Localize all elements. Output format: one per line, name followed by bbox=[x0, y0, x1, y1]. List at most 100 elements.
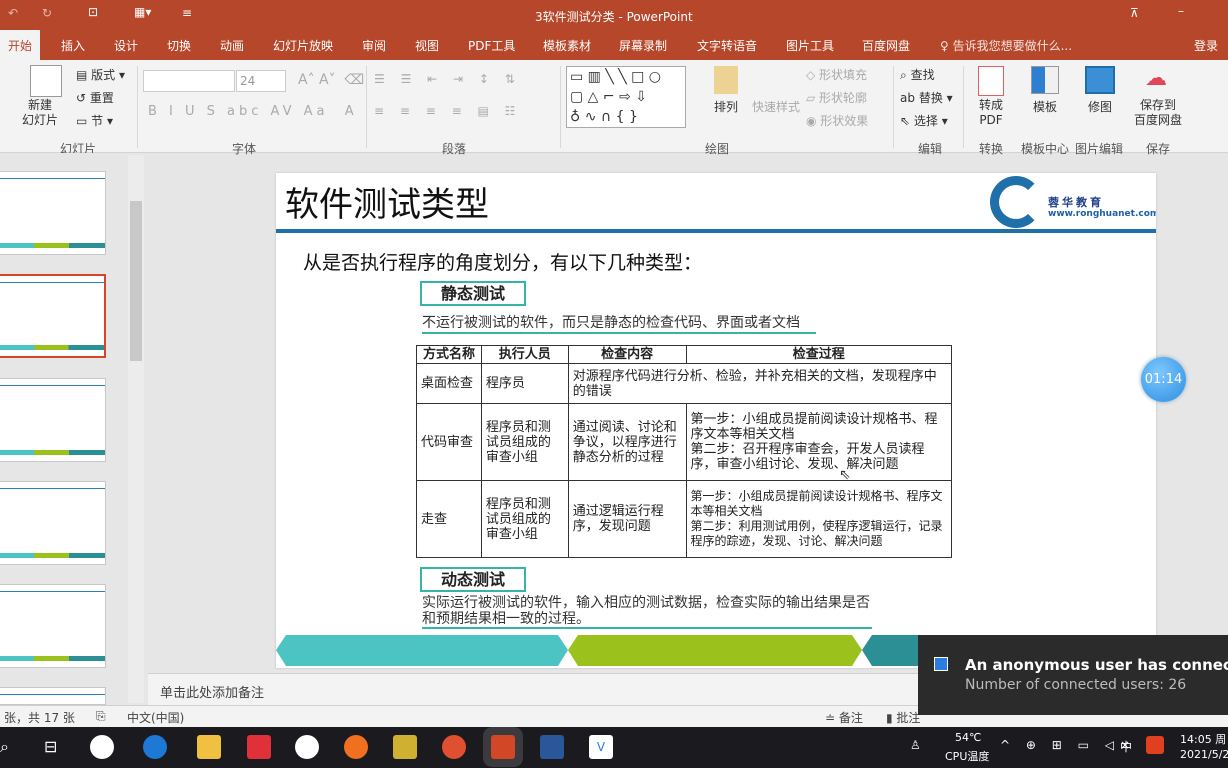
search-icon: ⌕ bbox=[900, 68, 907, 82]
font-grow-shrink[interactable]: A˄ A˅ ⌫ bbox=[298, 72, 364, 88]
lightbulb-icon: ♀ bbox=[940, 39, 953, 53]
taskbar: ⌕ ⊟ V ♙ 54℃ CPU温度 ^ ⊕ ⊞ ▭ ◁× 中 14:05 周 2… bbox=[0, 727, 1228, 768]
app-icon[interactable] bbox=[393, 735, 417, 759]
shape-fill-label: 形状填充 bbox=[819, 68, 868, 82]
tray-icons[interactable]: ^ ⊕ ⊞ ▭ ◁× bbox=[1000, 738, 1136, 752]
slideshow-icon[interactable]: ⊡ bbox=[88, 5, 98, 19]
sogou-icon[interactable] bbox=[1146, 736, 1164, 754]
convert-pdf-button[interactable]: 转成 PDF bbox=[979, 98, 1003, 128]
powerpoint-icon[interactable] bbox=[491, 735, 515, 759]
static-test-description: 不运行被测试的软件，而只是静态的检查代码、界面或者文档 bbox=[422, 312, 816, 334]
tab-baidu-netdisk[interactable]: 百度网盘 bbox=[862, 37, 910, 54]
arrange-button[interactable]: 排列 bbox=[714, 98, 738, 115]
app-icon[interactable] bbox=[442, 735, 466, 759]
notes-placeholder[interactable]: 单击此处添加备注 bbox=[160, 682, 264, 701]
font-name-input[interactable] bbox=[143, 70, 235, 92]
tell-me-search[interactable]: ♀ 告诉我您想要做什么... bbox=[940, 37, 1072, 54]
title-bar: ↶ ↻ ⊡ ▦▾ ≡ 3软件测试分类 - PowerPoint ⊼ – bbox=[0, 0, 1228, 30]
select-button[interactable]: ⇖ 选择 ▾ bbox=[900, 112, 948, 129]
thumbnail-scrollbar[interactable] bbox=[128, 155, 144, 703]
slide-thumbnail[interactable] bbox=[0, 481, 106, 565]
people-icon[interactable]: ♙ bbox=[910, 738, 921, 752]
app-icon[interactable] bbox=[295, 735, 319, 759]
ribbon: 新建 幻灯片 ▤ 版式 ▾ ↺ 重置 ▭ 节 ▾ 幻灯片 24 A˄ A˅ ⌫ … bbox=[0, 60, 1228, 156]
tab-home[interactable]: 开始 bbox=[0, 30, 41, 60]
tab-animations[interactable]: 动画 bbox=[220, 37, 244, 54]
slide-thumbnail[interactable] bbox=[0, 687, 106, 705]
group-label-editing: 编辑 bbox=[918, 142, 943, 156]
template-button[interactable]: 模板 bbox=[1033, 98, 1057, 115]
vc-icon[interactable]: V bbox=[589, 735, 613, 759]
list-buttons[interactable]: ☰ ☰ ⇤ ⇥ ↕ ⇅ bbox=[374, 72, 521, 86]
slide-thumbnail[interactable] bbox=[0, 171, 106, 255]
language-indicator[interactable]: 中文(中国) bbox=[127, 709, 184, 726]
tab-review[interactable]: 审阅 bbox=[362, 37, 386, 54]
find-button[interactable]: ⌕ 查找 bbox=[900, 66, 935, 83]
xmind-icon[interactable] bbox=[247, 735, 271, 759]
tab-slideshow[interactable]: 幻灯片放映 bbox=[273, 37, 333, 54]
reset-button[interactable]: ↺ 重置 bbox=[76, 89, 114, 106]
ime-indicator[interactable]: 中 bbox=[1120, 738, 1132, 755]
tab-view[interactable]: 视图 bbox=[415, 37, 439, 54]
clock-date[interactable]: 2021/5/2 bbox=[1180, 748, 1228, 761]
login-button[interactable]: 登录 bbox=[1194, 37, 1218, 54]
scrollbar-thumb[interactable] bbox=[130, 201, 142, 361]
slide-count: 张，共 17 张 bbox=[4, 711, 75, 725]
comments-toggle[interactable]: ▮ 批注 bbox=[886, 709, 920, 726]
new-slide-button[interactable]: 新建 幻灯片 bbox=[22, 98, 58, 128]
baidu-cloud-icon: ☁ bbox=[1145, 66, 1167, 91]
slide-thumbnail[interactable] bbox=[0, 378, 106, 462]
slide-thumbnail-selected[interactable] bbox=[0, 274, 106, 358]
shape-effects-button[interactable]: ◉ 形状效果 bbox=[806, 112, 868, 129]
clock-time[interactable]: 14:05 周 bbox=[1180, 731, 1226, 747]
shape-fill-button[interactable]: ◇ 形状填充 bbox=[806, 66, 867, 83]
notes-toggle[interactable]: ≐ 备注 bbox=[825, 709, 863, 726]
dynamic-test-heading: 动态测试 bbox=[420, 567, 526, 592]
ribbon-tabs: 开始 插入 设计 切换 动画 幻灯片放映 审阅 视图 PDF工具 模板素材 屏幕… bbox=[0, 30, 1228, 60]
word-icon[interactable] bbox=[540, 735, 564, 759]
connection-notification[interactable]: An anonymous user has connected Number o… bbox=[918, 635, 1228, 715]
layout-button[interactable]: ▤ 版式 ▾ bbox=[76, 66, 125, 83]
section-button[interactable]: ▭ 节 ▾ bbox=[76, 112, 113, 129]
undo-icon[interactable]: ↶ bbox=[8, 6, 18, 20]
file-explorer-icon[interactable] bbox=[197, 735, 221, 759]
redo-icon[interactable]: ↻ bbox=[42, 6, 52, 20]
tab-insert[interactable]: 插入 bbox=[61, 37, 85, 54]
table-row: 走查 程序员和测试员组成的审查小组 通过逻辑运行程序，发现问题 第一步：小组成员… bbox=[416, 480, 953, 558]
find-label: 查找 bbox=[910, 68, 935, 82]
spellcheck-icon[interactable]: ⎘ bbox=[96, 709, 106, 724]
tab-text-to-speech[interactable]: 文字转语音 bbox=[697, 37, 757, 54]
ie-browser-icon[interactable] bbox=[143, 735, 167, 759]
font-format-buttons[interactable]: B I U S abc AV Aa A bbox=[148, 104, 358, 119]
tab-transitions[interactable]: 切换 bbox=[167, 37, 191, 54]
save-to-baidu-button[interactable]: 保存到 百度网盘 bbox=[1134, 98, 1182, 128]
tab-picture-tools[interactable]: 图片工具 bbox=[786, 37, 834, 54]
slide-thumbnail[interactable] bbox=[0, 584, 106, 668]
search-icon[interactable]: ⌕ bbox=[0, 737, 9, 757]
align-buttons[interactable]: ≡ ≡ ≡ ≡ ▤ ☷ bbox=[374, 104, 521, 118]
layout-icon[interactable]: ▦▾ bbox=[134, 5, 151, 19]
recording-timer[interactable]: 01:14 bbox=[1141, 357, 1186, 402]
task-view-icon[interactable]: ⊟ bbox=[44, 737, 57, 756]
tab-pdf-tools[interactable]: PDF工具 bbox=[468, 37, 515, 54]
shape-outline-button[interactable]: ▱ 形状轮廓 bbox=[806, 89, 867, 106]
minimize-icon[interactable]: – bbox=[1178, 4, 1184, 18]
column-header: 方式名称 bbox=[416, 345, 482, 364]
retouch-button[interactable]: 修图 bbox=[1088, 98, 1112, 115]
group-label-drawing: 绘图 bbox=[705, 142, 730, 156]
replace-button[interactable]: ab 替换 ▾ bbox=[900, 89, 953, 106]
customize-toolbar-icon[interactable]: ≡ bbox=[182, 6, 192, 20]
table-row: 桌面检查 程序员 对源程序代码进行分析、检验，并补充相关的文档，发现程序中的错误 bbox=[416, 363, 953, 404]
tab-template-assets[interactable]: 模板素材 bbox=[543, 37, 591, 54]
app-icon[interactable] bbox=[90, 735, 114, 759]
quick-styles-button[interactable]: 快速样式 bbox=[752, 98, 800, 115]
ribbon-display-icon[interactable]: ⊼ bbox=[1130, 6, 1139, 20]
tab-design[interactable]: 设计 bbox=[114, 37, 138, 54]
slide-canvas[interactable]: 软件测试类型 蓉华教育 www.ronghuanet.com 从是否执行程序的角… bbox=[276, 173, 1156, 668]
logo-url: www.ronghuanet.com bbox=[1048, 209, 1156, 219]
app-icon bbox=[934, 657, 948, 671]
firefox-icon[interactable] bbox=[344, 735, 368, 759]
tab-screen-record[interactable]: 屏幕录制 bbox=[619, 37, 667, 54]
font-size-input[interactable]: 24 bbox=[236, 70, 286, 92]
shapes-gallery[interactable]: ▭ ▥ ╲ ╲ □ ○ ▢ △ ⌐ ⇨ ⇩ ♁ ∿ ∩ { } bbox=[566, 66, 686, 128]
